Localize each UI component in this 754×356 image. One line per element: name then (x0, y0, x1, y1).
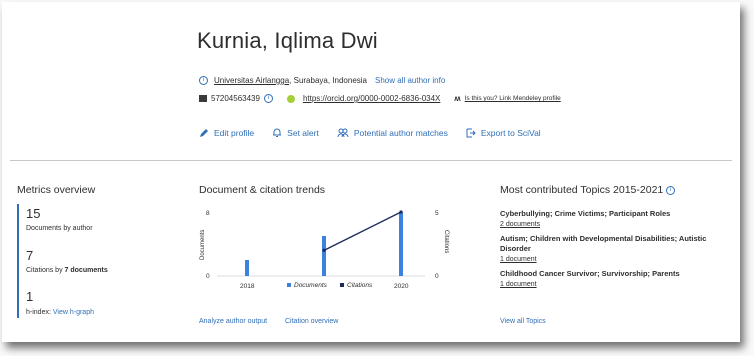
h-index-label: h-index: (26, 309, 51, 316)
topic-title[interactable]: Cyberbullying; Crime Victims; Participan… (500, 209, 736, 219)
section-divider (10, 160, 732, 161)
author-id: 57204563439 (211, 94, 260, 103)
show-all-author-info-link[interactable]: Show all author info (375, 76, 445, 85)
citations-count: 7 (26, 248, 34, 263)
topic-title[interactable]: Autism; Children with Developmental Disa… (500, 234, 736, 254)
identifier-row: 57204563439 i https://orcid.org/0000-000… (199, 94, 561, 103)
y2-tick-label: 5 (435, 210, 439, 217)
view-all-topics-link[interactable]: View all Topics (500, 318, 546, 325)
citations-label: Citations by 7 documents (26, 267, 108, 274)
topic-documents-link[interactable]: 2 documents (500, 221, 736, 228)
citation-overview-link[interactable]: Citation overview (285, 318, 338, 325)
set-alert-label: Set alert (287, 128, 319, 138)
topics-list: Cyberbullying; Crime Victims; Participan… (500, 209, 736, 288)
author-id-info-icon[interactable]: i (263, 94, 273, 103)
topic-item: Cyberbullying; Crime Victims; Participan… (500, 209, 736, 228)
edit-profile-button[interactable]: Edit profile (199, 128, 254, 138)
info-icon: i (199, 76, 208, 85)
profile-actions: Edit profile Set alert Potential author … (199, 128, 541, 138)
people-icon (337, 128, 349, 138)
h-index-value: 1 (26, 289, 34, 304)
bell-icon (273, 128, 282, 137)
edit-profile-label: Edit profile (214, 128, 255, 138)
topic-item: Childhood Cancer Survivor; Survivorship;… (500, 269, 736, 288)
affiliation-location: , Surabaya, Indonesia (289, 76, 367, 85)
citations-documents-count: 7 documents (64, 267, 108, 274)
mendeley-icon: ʍ (454, 94, 461, 103)
point-citations-1 (399, 210, 403, 214)
y2-tick-label: 0 (435, 273, 439, 280)
trends-chart: 8 0 5 0 Documents Citations 2018 2020 Documents C… (200, 210, 449, 290)
metrics-accent-bar (17, 204, 19, 318)
orcid-link[interactable]: https://orcid.org/0000-0002-6836-034X (303, 94, 440, 103)
documents-count: 15 (26, 206, 41, 221)
bar-documents-2020 (399, 212, 403, 276)
pencil-icon (200, 129, 208, 137)
bar-documents-2019 (322, 236, 326, 276)
author-profile-panel: Kurnia, Iqlima Dwi i Universitas Airlang… (2, 2, 740, 342)
h-index-row: h-index: View h-graph (26, 309, 94, 316)
topics-title: Most contributed Topics 2015-2021 i (500, 184, 677, 196)
y-axis-label: Documents (200, 230, 206, 260)
export-to-scival-button[interactable]: Export to SciVal (466, 128, 541, 138)
y-tick-label: 0 (206, 273, 210, 280)
point-citations-0 (322, 248, 326, 252)
legend-documents-label: Documents (294, 282, 328, 289)
y2-axis-label: Citations (443, 230, 449, 253)
y-tick-label: 8 (206, 210, 210, 217)
legend-citations-label: Citations (347, 282, 373, 289)
topic-item: Autism; Children with Developmental Disa… (500, 234, 736, 263)
analyze-author-output-link[interactable]: Analyze author output (199, 318, 267, 325)
topic-documents-link[interactable]: 1 document (500, 281, 736, 288)
legend-documents-swatch (287, 283, 291, 287)
topics-info-icon[interactable]: i (666, 185, 676, 195)
potential-author-matches-button[interactable]: Potential author matches (337, 128, 448, 138)
affiliation-link[interactable]: Universitas Airlangga (214, 76, 289, 85)
orcid-icon (286, 94, 295, 103)
id-card-icon (199, 95, 207, 102)
citations-label-prefix: Citations by (26, 267, 65, 274)
line-citations (323, 211, 402, 252)
legend-citations-swatch (340, 283, 344, 287)
documents-label: Documents by author (26, 225, 93, 232)
x-tick-label: 2020 (394, 283, 409, 290)
bar-documents-2018 (245, 260, 249, 276)
link-mendeley-profile-link[interactable]: Is this you? Link Mendeley profile (465, 95, 561, 102)
topic-documents-link[interactable]: 1 document (500, 256, 736, 263)
x-tick-label: 2018 (240, 283, 255, 290)
set-alert-button[interactable]: Set alert (272, 128, 319, 138)
metrics-overview-title: Metrics overview (17, 184, 96, 196)
topics-title-text: Most contributed Topics 2015-2021 (500, 184, 664, 196)
topic-title[interactable]: Childhood Cancer Survivor; Survivorship;… (500, 269, 736, 279)
export-to-scival-label: Export to SciVal (480, 128, 541, 138)
affiliation-row: i Universitas Airlangga, Surabaya, Indon… (199, 76, 445, 85)
trends-title: Document & citation trends (199, 184, 326, 196)
potential-author-matches-label: Potential author matches (353, 128, 448, 138)
author-name: Kurnia, Iqlima Dwi (197, 28, 378, 53)
export-icon (466, 128, 476, 138)
view-h-graph-link[interactable]: View h-graph (53, 309, 94, 316)
